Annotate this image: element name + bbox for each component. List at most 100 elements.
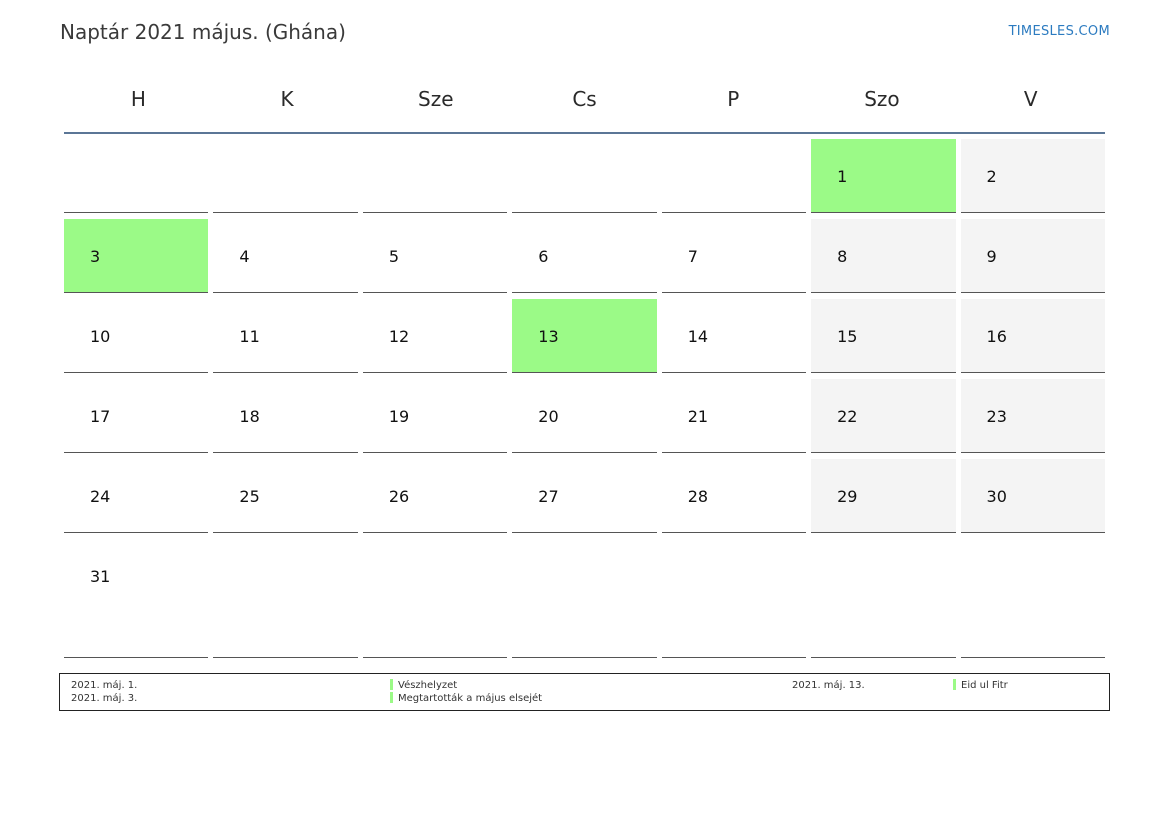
calendar-day-cell[interactable]: 31 xyxy=(64,539,209,658)
brand-link[interactable]: TIMESLES.COM xyxy=(1009,24,1110,39)
calendar-day-cell[interactable]: 27 xyxy=(512,459,657,533)
day-number: 15 xyxy=(837,327,858,346)
calendar-empty-cell xyxy=(811,539,956,658)
day-number: 22 xyxy=(837,407,858,426)
calendar-day-cell[interactable]: 26 xyxy=(362,459,508,533)
legend-holiday-name: Megtartották a május elsejét xyxy=(398,693,543,704)
weekday-header-row: H K Sze Cs P Szo V xyxy=(64,72,1105,134)
day-number: 18 xyxy=(239,407,260,426)
calendar-empty-cell xyxy=(960,539,1105,658)
calendar-empty-cell xyxy=(362,539,508,658)
calendar-week-row: 10 11 12 13 14 15 16 xyxy=(64,299,1105,373)
calendar-day-cell[interactable]: 28 xyxy=(661,459,807,533)
day-number: 27 xyxy=(538,487,559,506)
legend-entry: Eid ul Fitr xyxy=(953,679,1008,691)
calendar-day-cell[interactable]: 25 xyxy=(213,459,358,533)
calendar-weeks: 1 2 3 4 5 6 7 8 9 10 11 12 13 14 15 16 17 18 19 20 21 22 23 24 2… xyxy=(64,139,1105,658)
legend-date: 2021. máj. 3. xyxy=(71,693,138,704)
legend-date: 2021. máj. 13. xyxy=(792,680,865,691)
day-number: 19 xyxy=(388,407,410,426)
calendar-day-cell[interactable]: 20 xyxy=(512,379,657,453)
calendar-day-cell[interactable]: 14 xyxy=(661,299,807,373)
holiday-color-swatch xyxy=(390,679,393,690)
calendar-day-cell[interactable]: 23 xyxy=(960,379,1105,453)
calendar-empty-cell xyxy=(213,539,358,658)
calendar-week-row: 3 4 5 6 7 8 9 xyxy=(64,219,1105,293)
calendar-week-row: 24 25 26 27 28 29 30 xyxy=(64,459,1105,533)
weekday-label: K xyxy=(280,87,294,111)
weekday-label: Szo xyxy=(864,87,900,111)
day-number: 2 xyxy=(986,167,997,186)
day-number: 29 xyxy=(837,487,858,506)
calendar-empty-cell xyxy=(661,139,807,213)
day-number: 30 xyxy=(986,487,1007,506)
day-number: 5 xyxy=(388,247,400,266)
calendar-day-cell[interactable]: 24 xyxy=(64,459,209,533)
weekday-label: Sze xyxy=(418,87,454,111)
holiday-color-swatch xyxy=(390,692,393,703)
calendar-day-cell[interactable]: 29 xyxy=(811,459,956,533)
day-number: 3 xyxy=(90,247,101,266)
calendar-day-cell[interactable]: 2 xyxy=(960,139,1105,213)
calendar-day-cell[interactable]: 18 xyxy=(213,379,358,453)
calendar-empty-cell xyxy=(362,139,508,213)
legend-entry: Megtartották a május elsejét xyxy=(390,692,542,704)
calendar-day-cell[interactable]: 13 xyxy=(512,299,657,373)
day-number: 26 xyxy=(388,487,410,506)
day-number: 31 xyxy=(90,567,111,586)
holiday-legend: 2021. máj. 1. 2021. máj. 3. Vészhelyzet … xyxy=(59,673,1110,711)
calendar-day-cell[interactable]: 15 xyxy=(811,299,956,373)
calendar-day-cell[interactable]: 5 xyxy=(362,219,508,293)
day-number: 23 xyxy=(986,407,1007,426)
calendar-week-row: 17 18 19 20 21 22 23 xyxy=(64,379,1105,453)
weekday-label: Cs xyxy=(572,87,597,111)
calendar-day-cell[interactable]: 7 xyxy=(661,219,807,293)
calendar-day-cell[interactable]: 17 xyxy=(64,379,209,453)
day-number: 11 xyxy=(239,327,260,346)
calendar-day-cell[interactable]: 6 xyxy=(512,219,657,293)
day-number: 24 xyxy=(90,487,111,506)
day-number: 10 xyxy=(90,327,111,346)
calendar-day-cell[interactable]: 9 xyxy=(960,219,1105,293)
day-number: 7 xyxy=(687,247,698,266)
calendar-day-cell[interactable]: 8 xyxy=(811,219,956,293)
calendar-empty-cell xyxy=(661,539,807,658)
calendar-day-cell[interactable]: 19 xyxy=(362,379,508,453)
calendar-day-cell[interactable]: 1 xyxy=(811,139,956,213)
calendar-empty-cell xyxy=(512,539,657,658)
day-number: 1 xyxy=(837,167,848,186)
page-title: Naptár 2021 május. (Ghána) xyxy=(60,20,346,44)
day-number: 8 xyxy=(837,247,848,266)
calendar-empty-cell xyxy=(512,139,657,213)
day-number: 9 xyxy=(986,247,997,266)
weekday-label: P xyxy=(727,87,740,111)
calendar-day-cell[interactable]: 21 xyxy=(661,379,807,453)
calendar-day-cell[interactable]: 10 xyxy=(64,299,209,373)
day-number: 17 xyxy=(90,407,111,426)
calendar-week-row: 31 xyxy=(64,539,1105,658)
weekday-label: H xyxy=(130,87,146,111)
calendar-day-cell[interactable]: 12 xyxy=(362,299,508,373)
calendar-day-cell[interactable]: 11 xyxy=(213,299,358,373)
day-number: 21 xyxy=(687,407,709,426)
day-number: 20 xyxy=(538,407,559,426)
calendar-empty-cell xyxy=(213,139,358,213)
day-number: 6 xyxy=(538,247,549,266)
calendar-day-cell[interactable]: 22 xyxy=(811,379,956,453)
holiday-color-swatch xyxy=(953,679,956,690)
day-number: 16 xyxy=(986,327,1007,346)
day-number: 12 xyxy=(388,327,410,346)
calendar-grid: H K Sze Cs P Szo V 1 2 3 4 5 6 7 8 9 10 11 12 13 14 15… xyxy=(64,72,1105,664)
calendar-day-cell[interactable]: 4 xyxy=(213,219,358,293)
day-number: 4 xyxy=(239,247,250,266)
calendar-week-row: 12 xyxy=(64,139,1105,213)
weekday-label: V xyxy=(1023,87,1038,111)
day-number: 14 xyxy=(687,327,709,346)
legend-holiday-name: Eid ul Fitr xyxy=(961,680,1008,691)
calendar-day-cell[interactable]: 16 xyxy=(960,299,1105,373)
legend-date: 2021. máj. 1. xyxy=(71,680,138,691)
calendar-day-cell[interactable]: 30 xyxy=(960,459,1105,533)
day-number: 13 xyxy=(538,327,559,346)
calendar-day-cell[interactable]: 3 xyxy=(64,219,209,293)
legend-holiday-name: Vészhelyzet xyxy=(398,680,458,691)
